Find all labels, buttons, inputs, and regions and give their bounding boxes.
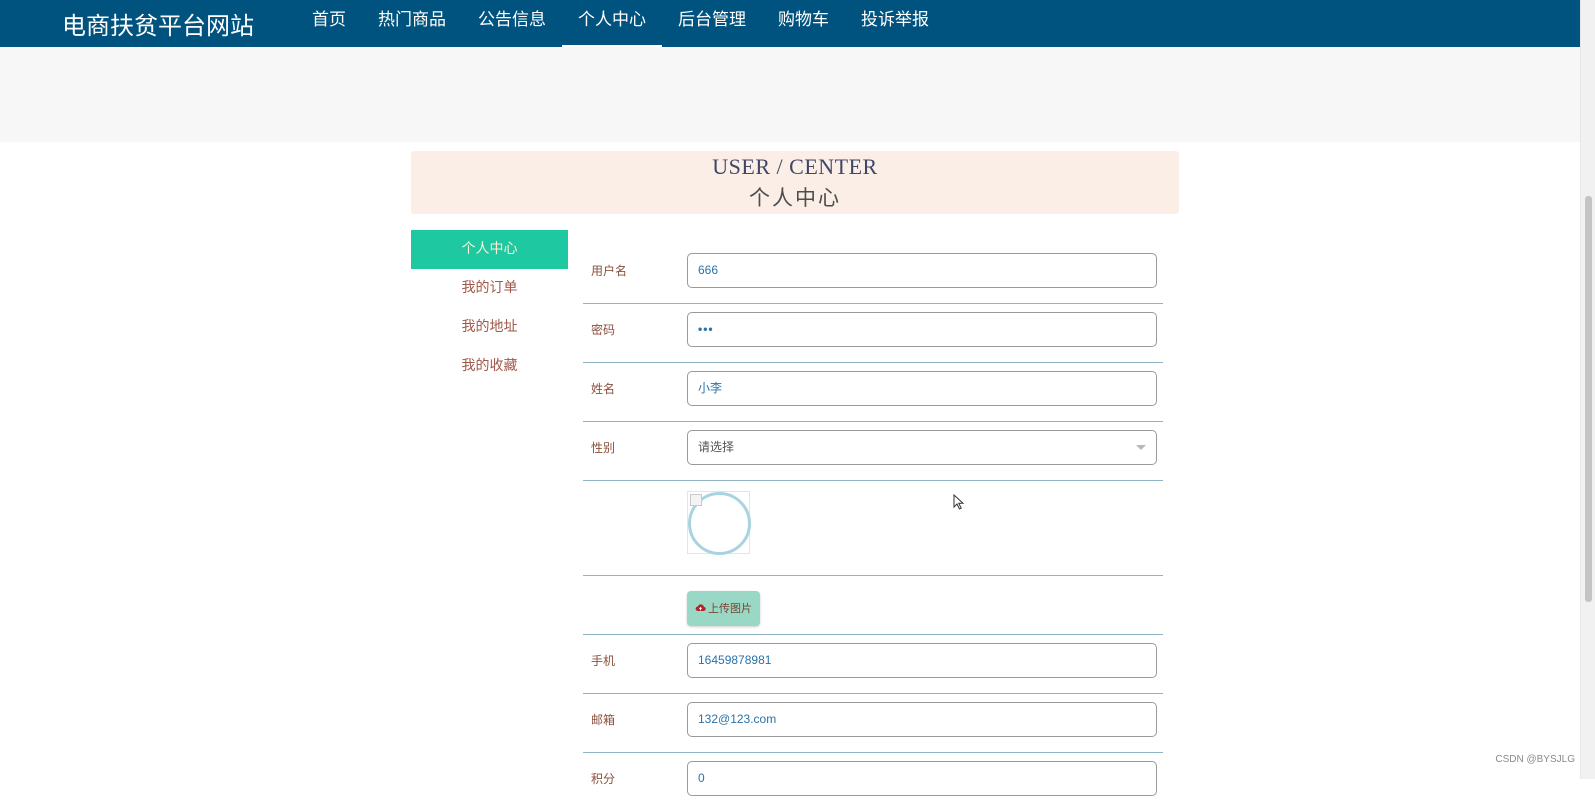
nav-item-cart[interactable]: 购物车	[762, 0, 845, 47]
mouse-cursor-icon	[953, 494, 965, 510]
points-label: 积分	[591, 753, 615, 812]
gender-select[interactable]: 请选择	[687, 430, 1157, 465]
nav-item-hot-products[interactable]: 热门商品	[362, 0, 462, 47]
gender-label: 性别	[591, 422, 615, 481]
form-row-gender: 性别 请选择	[583, 422, 1163, 481]
form-row-password: 密码 •••	[583, 304, 1163, 363]
nav-item-announcements[interactable]: 公告信息	[462, 0, 562, 47]
form-row-upload: 上传图片	[583, 576, 1163, 635]
phone-label: 手机	[591, 635, 615, 694]
nav-item-complaints[interactable]: 投诉举报	[845, 0, 945, 47]
password-input[interactable]: •••	[687, 312, 1157, 347]
form-row-avatar	[583, 481, 1163, 576]
form-row-username: 用户名 666	[583, 245, 1163, 304]
gender-select-value: 请选择	[698, 440, 734, 454]
page-scrollbar[interactable]	[1580, 0, 1595, 779]
nav-item-admin[interactable]: 后台管理	[662, 0, 762, 47]
password-label: 密码	[591, 304, 615, 363]
side-item-my-address[interactable]: 我的地址	[411, 308, 568, 347]
side-item-my-orders[interactable]: 我的订单	[411, 269, 568, 308]
username-label: 用户名	[591, 245, 627, 304]
side-item-user-center[interactable]: 个人中心	[411, 230, 568, 269]
chevron-down-icon	[1136, 445, 1146, 450]
user-center-header: USER / CENTER 个人中心	[411, 151, 1179, 214]
nav-item-home[interactable]: 首页	[296, 0, 362, 47]
scrollbar-thumb[interactable]	[1585, 196, 1592, 602]
top-navbar: 电商扶贫平台网站 首页 热门商品 公告信息 个人中心 后台管理 购物车 投诉举报	[0, 0, 1580, 47]
upload-button-label: 上传图片	[708, 602, 752, 615]
form-row-phone: 手机 16459878981	[583, 635, 1163, 694]
user-info-form: 用户名 666 密码 ••• 姓名 小李 性别 请选择 上传图片 手机 1645…	[583, 245, 1163, 812]
name-input[interactable]: 小李	[687, 371, 1157, 406]
watermark: CSDN @BYSJLG	[1495, 754, 1575, 765]
cloud-upload-icon	[695, 602, 706, 613]
upload-image-button[interactable]: 上传图片	[687, 591, 760, 626]
header-title-cn: 个人中心	[411, 182, 1179, 212]
form-row-points: 积分 0	[583, 753, 1163, 812]
phone-input[interactable]: 16459878981	[687, 643, 1157, 678]
name-label: 姓名	[591, 363, 615, 422]
avatar	[687, 491, 750, 554]
side-item-my-favorites[interactable]: 我的收藏	[411, 347, 568, 386]
main-nav: 首页 热门商品 公告信息 个人中心 后台管理 购物车 投诉举报	[296, 0, 945, 47]
form-row-email: 邮箱 132@123.com	[583, 694, 1163, 753]
nav-item-user-center[interactable]: 个人中心	[562, 0, 662, 47]
username-input[interactable]: 666	[687, 253, 1157, 288]
broken-image-icon	[690, 494, 702, 506]
email-label: 邮箱	[591, 694, 615, 753]
side-menu: 个人中心 我的订单 我的地址 我的收藏	[411, 230, 568, 386]
header-title-en: USER / CENTER	[411, 154, 1179, 180]
site-title[interactable]: 电商扶贫平台网站	[62, 6, 254, 41]
email-input[interactable]: 132@123.com	[687, 702, 1157, 737]
form-row-name: 姓名 小李	[583, 363, 1163, 422]
banner-area	[0, 47, 1580, 142]
